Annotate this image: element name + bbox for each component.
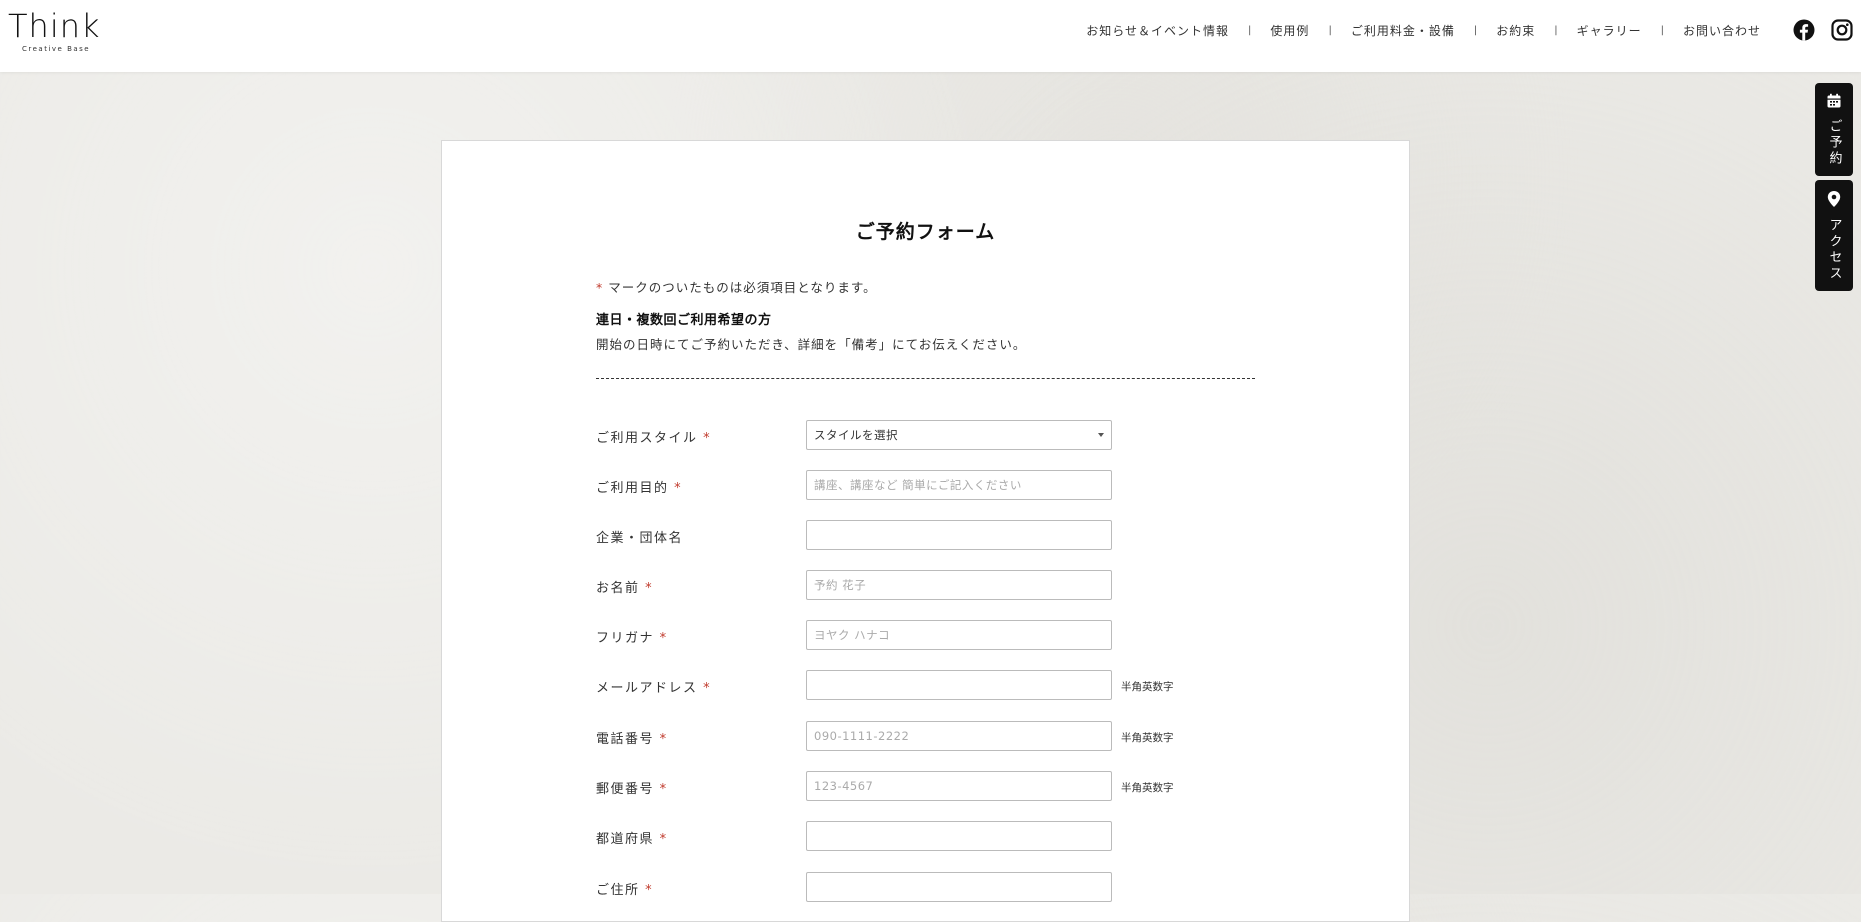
- nav-separator: |: [1554, 24, 1558, 36]
- purpose-input[interactable]: 講座、講座など 簡単にご記入ください: [806, 470, 1112, 500]
- divider: [596, 378, 1255, 379]
- nav-contact[interactable]: お問い合わせ: [1683, 22, 1761, 39]
- field-row-name: お名前 * 予約 花子: [596, 570, 1296, 602]
- field-label: ご利用スタイル *: [596, 431, 712, 446]
- style-select[interactable]: スタイルを選択: [806, 420, 1112, 450]
- field-row-company: 企業・団体名: [596, 520, 1296, 552]
- field-row-postal: 郵便番号 * 123-4567 半角英数字: [596, 771, 1296, 803]
- prefecture-input[interactable]: [806, 821, 1112, 851]
- field-label: フリガナ *: [596, 631, 668, 646]
- required-note: * マークのついたものは必須項目となります。: [596, 277, 877, 296]
- field-label: ご住所 *: [596, 883, 654, 898]
- field-label: 企業・団体名: [596, 531, 684, 546]
- multi-day-description: 開始の日時にてご予約いただき、詳細を「備考」にてお伝えください。: [596, 337, 1027, 352]
- email-input[interactable]: [806, 670, 1112, 700]
- site-header: Think Creative Base お知らせ＆イベント情報 | 使用例 | …: [0, 0, 1861, 72]
- nav-examples[interactable]: 使用例: [1270, 22, 1309, 39]
- nav-rules[interactable]: お約束: [1496, 22, 1535, 39]
- required-note-text: マークのついたものは必須項目となります。: [603, 280, 877, 295]
- nav-gallery[interactable]: ギャラリー: [1577, 22, 1642, 39]
- nav-separator: |: [1660, 24, 1664, 36]
- side-tabs: ご予約 アクセス: [1815, 83, 1853, 295]
- calendar-icon: [1826, 93, 1842, 113]
- multi-day-heading: 連日・複数回ご利用希望の方: [596, 313, 772, 328]
- nav-pricing[interactable]: ご利用料金・設備: [1351, 22, 1455, 39]
- company-input[interactable]: [806, 520, 1112, 550]
- chevron-down-icon: [1098, 433, 1104, 437]
- field-hint: 半角英数字: [1121, 732, 1174, 744]
- phone-input[interactable]: 090-1111-2222: [806, 721, 1112, 751]
- field-label: 都道府県 *: [596, 832, 668, 847]
- form-title: ご予約フォーム: [855, 221, 996, 243]
- field-label: お名前 *: [596, 581, 654, 596]
- field-row-phone: 電話番号 * 090-1111-2222 半角英数字: [596, 721, 1296, 753]
- field-label: 電話番号 *: [596, 732, 668, 747]
- reserve-tab-label: ご予約: [1826, 119, 1842, 167]
- social-links: [1793, 19, 1853, 41]
- address-input[interactable]: [806, 872, 1112, 902]
- instagram-icon[interactable]: [1831, 19, 1853, 41]
- nav-separator: |: [1473, 24, 1478, 36]
- field-row-purpose: ご利用目的 * 講座、講座など 簡単にご記入ください: [596, 470, 1296, 502]
- logo-text: Think: [8, 7, 101, 45]
- reservation-form-card: ご予約フォーム * マークのついたものは必須項目となります。 連日・複数回ご利用…: [441, 140, 1410, 922]
- reserve-tab[interactable]: ご予約: [1815, 83, 1853, 176]
- postal-code-input[interactable]: 123-4567: [806, 771, 1112, 801]
- map-pin-icon: [1826, 190, 1842, 212]
- main-nav: お知らせ＆イベント情報 | 使用例 | ご利用料金・設備 | お約束 | ギャラ…: [1086, 20, 1761, 40]
- furigana-input[interactable]: ヨヤク ハナコ: [806, 620, 1112, 650]
- nav-separator: |: [1248, 24, 1252, 36]
- field-row-furigana: フリガナ * ヨヤク ハナコ: [596, 620, 1296, 652]
- field-label: ご利用目的 *: [596, 481, 683, 496]
- nav-separator: |: [1328, 24, 1332, 36]
- field-row-email: メールアドレス * 半角英数字: [596, 670, 1296, 702]
- field-row-prefecture: 都道府県 *: [596, 821, 1296, 853]
- access-tab-label: アクセス: [1826, 218, 1842, 282]
- field-label: 郵便番号 *: [596, 782, 668, 797]
- field-hint: 半角英数字: [1121, 782, 1174, 794]
- nav-news-events[interactable]: お知らせ＆イベント情報: [1086, 22, 1229, 39]
- name-input[interactable]: 予約 花子: [806, 570, 1112, 600]
- logo[interactable]: Think Creative Base: [8, 8, 100, 56]
- logo-subtext: Creative Base: [22, 45, 91, 53]
- field-row-style: ご利用スタイル * スタイルを選択: [596, 420, 1296, 452]
- facebook-icon[interactable]: [1793, 19, 1815, 41]
- access-tab[interactable]: アクセス: [1815, 180, 1853, 291]
- field-row-address: ご住所 *: [596, 872, 1296, 904]
- field-label: メールアドレス *: [596, 681, 712, 696]
- field-hint: 半角英数字: [1121, 681, 1174, 693]
